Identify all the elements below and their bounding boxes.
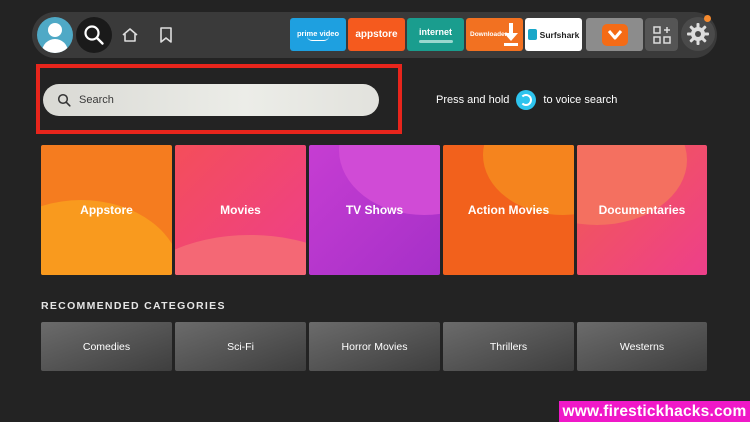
category-label: Appstore — [80, 203, 133, 217]
search-icon — [84, 25, 104, 45]
surfshark-app-tile[interactable]: Surfshark — [525, 18, 582, 51]
recommended-label: Thrillers — [489, 340, 528, 353]
downloader-app-tile[interactable]: Downloader — [466, 18, 523, 51]
category-tile-documentaries[interactable]: Documentaries — [577, 145, 707, 275]
recommended-label: Westerns — [619, 340, 665, 353]
internet-label: internet — [418, 26, 452, 37]
watchlist-nav-button[interactable] — [148, 17, 184, 53]
avatar-head — [48, 23, 62, 37]
download-arrow-icon — [504, 23, 518, 46]
bookmark-icon — [160, 27, 172, 43]
chevron-logo-icon — [607, 29, 622, 39]
home-nav-button[interactable] — [112, 17, 148, 53]
alexa-ring — [520, 94, 533, 106]
settings-button[interactable] — [681, 17, 715, 51]
recommended-tile-comedies[interactable]: Comedies — [41, 322, 172, 371]
watermark-banner: www.firestickhacks.com — [559, 401, 750, 422]
appstore-label: appstore — [355, 29, 398, 40]
voice-hint-text-before: Press and hold — [436, 94, 510, 106]
internet-bar-icon — [418, 39, 453, 43]
internet-app-tile[interactable]: internet — [407, 18, 464, 51]
search-icon — [57, 93, 71, 107]
category-label: TV Shows — [345, 203, 404, 217]
downloader-label: Downloader — [470, 31, 508, 38]
alexa-icon — [516, 90, 537, 110]
search-input[interactable] — [79, 94, 339, 106]
category-label: Action Movies — [467, 203, 550, 217]
prime-smile-icon — [307, 36, 329, 41]
search-nav-button[interactable] — [76, 17, 112, 53]
avatar-body — [42, 39, 68, 53]
recommended-label: Comedies — [82, 340, 131, 353]
apps-grid-icon — [652, 25, 671, 44]
category-tile-tv-shows[interactable]: TV Shows — [309, 145, 440, 275]
surfshark-logo-icon — [527, 29, 537, 40]
voice-hint-text-after: to voice search — [543, 94, 618, 106]
home-icon — [122, 28, 138, 42]
surfshark-label: Surfshark — [539, 29, 580, 40]
orange-app-logo-icon — [601, 23, 628, 46]
recommended-tile-horror-movies[interactable]: Horror Movies — [309, 322, 440, 371]
recommended-tile-westerns[interactable]: Westerns — [577, 322, 707, 371]
category-label: Documentaries — [598, 203, 686, 217]
profile-avatar[interactable] — [37, 17, 73, 53]
search-bar[interactable] — [43, 84, 379, 116]
top-navigation-bar: prime video appstore internet Downloader… — [32, 12, 717, 58]
category-label: Movies — [220, 203, 261, 217]
appstore-app-tile[interactable]: appstore — [348, 18, 405, 51]
apps-grid-button[interactable] — [645, 18, 678, 51]
notification-dot — [704, 15, 711, 22]
orange-app-tile[interactable] — [586, 18, 643, 51]
category-tile-appstore[interactable]: Appstore — [41, 145, 172, 275]
category-tile-movies[interactable]: Movies — [175, 145, 306, 275]
prime-video-app-tile[interactable]: prime video — [290, 18, 346, 51]
voice-search-hint: Press and hold to voice search — [436, 90, 617, 110]
recommended-tile-sci-fi[interactable]: Sci-Fi — [175, 322, 306, 371]
tile-decoration — [175, 235, 306, 275]
recommended-label: Horror Movies — [341, 340, 408, 353]
gear-icon — [687, 23, 709, 45]
category-tile-action-movies[interactable]: Action Movies — [443, 145, 574, 275]
recommended-categories-heading: RECOMMENDED CATEGORIES — [41, 300, 226, 312]
recommended-label: Sci-Fi — [227, 340, 254, 353]
recommended-tile-thrillers[interactable]: Thrillers — [443, 322, 574, 371]
